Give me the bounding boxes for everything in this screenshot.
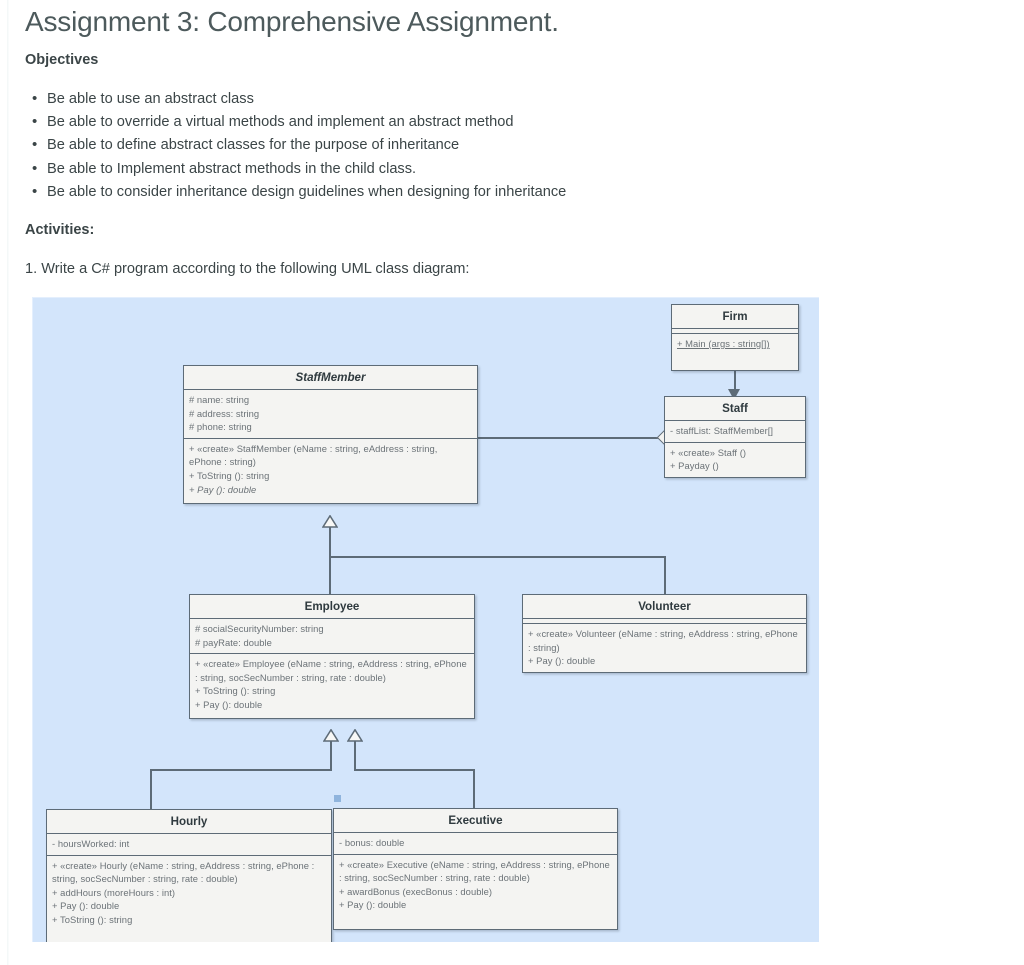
- list-item: Be able to define abstract classes for t…: [25, 133, 885, 157]
- uml-operation: + «create» Staff (): [670, 446, 747, 458]
- uml-operations-hourly: + «create» Hourly (eName : string, eAddr…: [47, 855, 331, 931]
- list-item: Be able to Implement abstract methods in…: [25, 157, 885, 181]
- page-left-edge: [7, 0, 9, 965]
- uml-operation: + «create» StaffMember (eName : string, …: [189, 442, 438, 468]
- uml-operation: + ToString (): string: [195, 685, 276, 697]
- uml-attribute: # name: string: [189, 394, 250, 405]
- uml-operation: + Pay (): double: [528, 655, 596, 667]
- objectives-heading: Objectives: [25, 52, 99, 68]
- uml-attributes-staffmember: # name: string # address: string # phone…: [184, 390, 477, 439]
- uml-class-firm[interactable]: Firm + Main (args : string[]): [671, 304, 799, 371]
- list-item: Be able to consider inheritance design g…: [25, 180, 885, 204]
- uml-attribute: # phone: string: [189, 421, 252, 433]
- uml-attributes-staff: - staffList: StaffMember[]: [665, 421, 805, 443]
- uml-attribute: # socialSecurityNumber: string: [195, 623, 324, 634]
- objectives-list: Be able to use an abstract class Be able…: [25, 87, 885, 204]
- activity-item-1: 1. Write a C# program according to the f…: [25, 261, 470, 277]
- connector-employee-executive-stub: [354, 740, 356, 771]
- uml-operation: + awardBonus (execBonus : double): [339, 885, 493, 897]
- uml-operation: + Pay (): double: [195, 698, 263, 710]
- uml-attribute: - bonus: double: [339, 837, 405, 848]
- connector-junction-h-1: [329, 556, 666, 558]
- uml-class-executive[interactable]: Executive - bonus: double + «create» Exe…: [333, 808, 618, 930]
- uml-operation: + Payday (): [670, 460, 719, 472]
- connector-staffmember-staff: [478, 437, 670, 439]
- connector-executive-h: [354, 769, 474, 771]
- list-item: Be able to use an abstract class: [25, 87, 885, 111]
- uml-class-name-firm: Firm: [672, 305, 798, 329]
- connector-employee-hourly-stub: [330, 740, 332, 771]
- uml-operation: + addHours (moreHours : int): [52, 886, 176, 898]
- uml-class-name-employee: Employee: [190, 595, 474, 619]
- uml-operations-volunteer: + «create» Volunteer (eName : string, eA…: [523, 624, 806, 672]
- uml-attribute: # payRate: double: [195, 636, 272, 648]
- uml-attribute: # address: string: [189, 407, 260, 419]
- uml-attributes-employee: # socialSecurityNumber: string # payRate…: [190, 619, 474, 655]
- uml-operations-staffmember: + «create» StaffMember (eName : string, …: [184, 438, 477, 503]
- uml-class-name-staff: Staff: [665, 397, 805, 421]
- uml-attributes-executive: - bonus: double: [334, 833, 617, 855]
- uml-operation: + Main (args : string[]): [677, 338, 770, 349]
- uml-class-name-executive: Executive: [334, 809, 617, 833]
- uml-operation: + «create» Volunteer (eName : string, eA…: [528, 628, 798, 653]
- uml-attribute: - staffList: StaffMember[]: [670, 425, 774, 436]
- uml-class-volunteer[interactable]: Volunteer + «create» Volunteer (eName : …: [522, 594, 807, 673]
- uml-operation: + Pay (): double: [189, 483, 257, 495]
- connector-staffmember-junction: [329, 526, 331, 558]
- page-title: Assignment 3: Comprehensive Assignment.: [25, 6, 559, 37]
- uml-operations-staff: + «create» Staff () + Payday (): [665, 442, 805, 477]
- list-item: Be able to override a virtual methods an…: [25, 110, 885, 134]
- generalization-triangle-staffmember: [322, 515, 338, 528]
- uml-class-staff[interactable]: Staff - staffList: StaffMember[] + «crea…: [664, 396, 806, 478]
- generalization-triangle-employee-executive: [347, 729, 363, 742]
- uml-operation: + Pay (): double: [52, 900, 120, 912]
- uml-operation: + Pay (): double: [339, 899, 407, 911]
- uml-operation: + ToString (): string: [52, 913, 133, 925]
- uml-class-diagram: Firm + Main (args : string[]) Staff - st…: [32, 297, 819, 942]
- uml-class-employee[interactable]: Employee # socialSecurityNumber: string …: [189, 594, 475, 720]
- uml-attributes-hourly: - hoursWorked: int: [47, 834, 331, 856]
- activities-heading: Activities:: [25, 222, 95, 238]
- uml-operation: + «create» Executive (eName : string, eA…: [339, 858, 610, 884]
- connector-hourly-h: [150, 769, 332, 771]
- uml-operations-executive: + «create» Executive (eName : string, eA…: [334, 854, 617, 916]
- uml-operations-employee: + «create» Employee (eName : string, eAd…: [190, 654, 474, 719]
- uml-class-name-staffmember: StaffMember: [184, 366, 477, 390]
- uml-operation: + «create» Employee (eName : string, eAd…: [195, 658, 467, 683]
- uml-class-staffmember[interactable]: StaffMember # name: string # address: st…: [183, 365, 478, 504]
- uml-class-name-volunteer: Volunteer: [523, 595, 806, 619]
- uml-operation: + ToString (): string: [189, 469, 270, 481]
- uml-class-name-hourly: Hourly: [47, 810, 331, 834]
- uml-operations-firm: + Main (args : string[]): [672, 334, 798, 370]
- uml-class-hourly[interactable]: Hourly - hoursWorked: int + «create» Hou…: [46, 809, 332, 942]
- uml-operation: + «create» Hourly (eName : string, eAddr…: [52, 859, 315, 885]
- generalization-triangle-employee-hourly: [323, 729, 339, 742]
- uml-attribute: - hoursWorked: int: [52, 838, 130, 849]
- selection-handle-marker: [334, 795, 341, 802]
